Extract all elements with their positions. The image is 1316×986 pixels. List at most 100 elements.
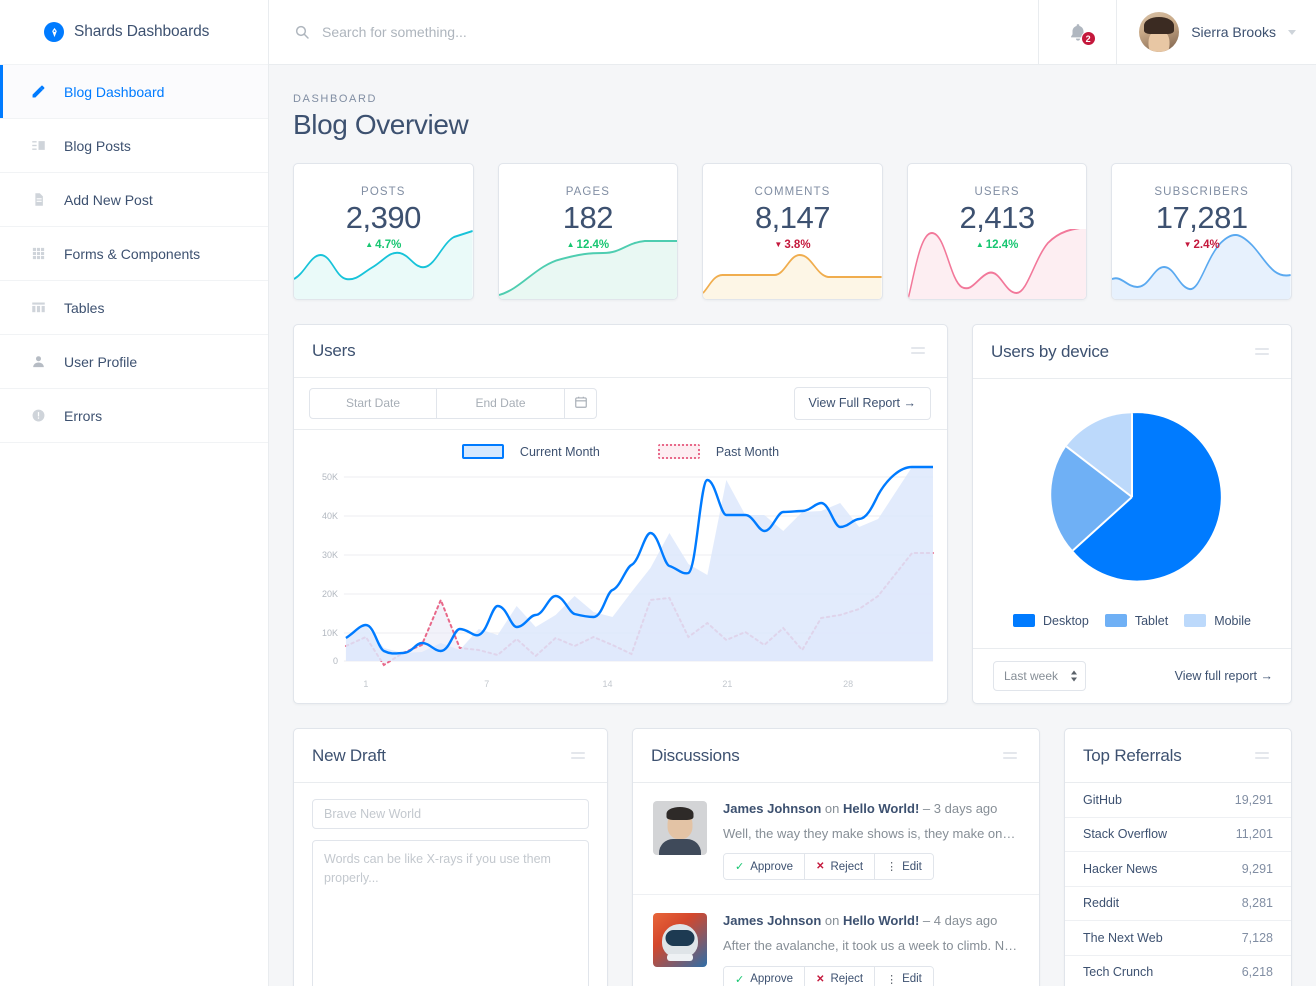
notifications-button[interactable]: 2: [1038, 0, 1116, 64]
sidebar-item-tables[interactable]: Tables: [0, 281, 268, 335]
end-date-input[interactable]: [437, 387, 565, 419]
list-item[interactable]: Stack Overflow 11,201: [1065, 818, 1291, 852]
brand[interactable]: Shards Dashboards: [0, 0, 268, 65]
panel-menu-icon[interactable]: [905, 341, 931, 360]
discussion-excerpt: After the avalanche, it took us a week t…: [723, 938, 1019, 954]
sidebar-item-errors[interactable]: Errors: [0, 389, 268, 443]
svg-text:20K: 20K: [322, 589, 338, 599]
sidebar-item-label: User Profile: [64, 353, 138, 370]
sidebar-item-user-profile[interactable]: User Profile: [0, 335, 268, 389]
stat-label: Posts: [361, 186, 406, 198]
svg-text:7: 7: [484, 679, 489, 689]
discussion-dash: –: [922, 801, 931, 816]
panel-menu-icon[interactable]: [565, 746, 591, 765]
device-panel-footer: Last week View full report →: [973, 648, 1291, 703]
reject-button[interactable]: ✕ Reject: [805, 966, 876, 986]
chart-legend: Current Month Past Month: [306, 444, 935, 459]
stat-cards-row: Posts 2,390 ▲ 4.7% Pages 182: [293, 163, 1292, 300]
view-full-report-link[interactable]: View full report →: [1175, 669, 1273, 683]
sidebar-item-label: Blog Posts: [64, 137, 131, 154]
users-panel-header: Users: [294, 325, 947, 378]
pie-legend-item-tablet[interactable]: Tablet: [1104, 613, 1169, 628]
check-icon: ✓: [735, 861, 745, 874]
legend-item-past-month[interactable]: Past Month: [657, 444, 779, 459]
discussion-author: James Johnson: [723, 913, 822, 929]
list-item[interactable]: GitHub 19,291: [1065, 783, 1291, 818]
approve-button[interactable]: ✓ Approve: [724, 966, 806, 986]
edit-button[interactable]: ⋮ Edit: [875, 966, 933, 986]
users-panel: Users View Ful: [293, 324, 948, 704]
list-item[interactable]: The Next Web 7,128: [1065, 921, 1291, 956]
discussion-content: James Johnson on Hello World! – 3 days a…: [723, 801, 1019, 881]
panel-menu-icon[interactable]: [997, 746, 1023, 765]
close-icon: ✕: [816, 973, 825, 985]
sidebar-item-blog-posts[interactable]: Blog Posts: [0, 119, 268, 173]
approve-button[interactable]: ✓ Approve: [724, 854, 806, 880]
panel-menu-icon[interactable]: [1249, 342, 1275, 361]
edit-button[interactable]: ⋮ Edit: [875, 854, 933, 880]
users-date-toolbar: View Full Report →: [294, 378, 947, 430]
discussions-list: James Johnson on Hello World! – 3 days a…: [633, 783, 1039, 986]
stat-card-users[interactable]: Users 2,413 ▲ 12.4%: [906, 163, 1088, 300]
dashboard-root: Shards Dashboards Blog Dashboard Blog Po…: [0, 0, 1316, 986]
pie-legend-item-desktop[interactable]: Desktop: [1012, 614, 1089, 628]
referral-name: GitHub: [1083, 792, 1122, 807]
start-date-input[interactable]: [309, 387, 437, 419]
stat-card-comments[interactable]: Comments 8,147 ▼ 3.8%: [702, 163, 883, 300]
discussion-post-title[interactable]: Hello World!: [843, 801, 919, 816]
pie-legend-item-mobile[interactable]: Mobile: [1184, 614, 1251, 628]
sidebar-item-forms-components[interactable]: Forms & Components: [0, 227, 268, 281]
discussion-meta: James Johnson on Hello World! – 4 days a…: [723, 913, 1019, 930]
new-draft-panel: New Draft: [293, 728, 608, 986]
stat-delta: ▲ 4.7%: [365, 238, 402, 251]
referral-value: 9,291: [1241, 861, 1273, 876]
pie-legend: Desktop Tablet Mobile: [1012, 613, 1251, 628]
file-note-icon: [30, 192, 46, 208]
sidebar-item-label: Tables: [64, 299, 105, 316]
avatar: [653, 801, 707, 855]
grid-dots-icon: [30, 246, 46, 262]
referral-value: 19,291: [1234, 792, 1273, 807]
discussion-actions: ✓ Approve ✕ Reject ⋮ Edit: [723, 853, 934, 881]
time-range-select[interactable]: Last week: [993, 661, 1086, 691]
user-menu[interactable]: Sierra Brooks: [1116, 0, 1316, 64]
brand-name: Shards Dashboards: [74, 23, 210, 40]
sidebar-item-add-new-post[interactable]: Add New Post: [0, 173, 268, 227]
stat-delta: ▼ 2.4%: [1183, 238, 1220, 251]
panel-menu-icon[interactable]: [1249, 746, 1275, 765]
device-pie-chart: [1051, 412, 1221, 581]
list-item[interactable]: Hacker News 9,291: [1065, 852, 1291, 887]
diamond-logo-icon: [44, 22, 64, 42]
discussion-post-title[interactable]: Hello World!: [843, 913, 919, 928]
stat-card-pages[interactable]: Pages 182 ▲ 12.4%: [497, 163, 679, 300]
reject-button[interactable]: ✕ Reject: [805, 854, 876, 880]
referrals-list: GitHub 19,291 Stack Overflow 11,201 Hack…: [1065, 783, 1291, 986]
sidebar-nav: Blog Dashboard Blog Posts Add New Post F…: [0, 65, 268, 443]
calendar-button[interactable]: [565, 387, 597, 419]
view-full-report-button[interactable]: View Full Report →: [793, 386, 931, 420]
panel-title: Top Referrals: [1083, 745, 1182, 765]
close-icon: ✕: [816, 861, 825, 873]
svg-text:40K: 40K: [322, 511, 338, 521]
panel-title: Discussions: [651, 745, 740, 765]
breadcrumb: Dashboard: [293, 93, 378, 105]
list-item[interactable]: Tech Crunch 6,218: [1065, 956, 1291, 986]
draft-body-textarea[interactable]: [312, 840, 589, 986]
legend-item-current-month[interactable]: Current Month: [461, 444, 600, 459]
discussion-actions: ✓ Approve ✕ Reject ⋮ Edit: [723, 965, 934, 986]
referral-value: 6,218: [1241, 965, 1273, 980]
stat-card-posts[interactable]: Posts 2,390 ▲ 4.7%: [293, 163, 474, 300]
list-item: James Johnson on Hello World! – 3 days a…: [633, 783, 1039, 896]
bell-icon: 2: [1068, 21, 1096, 46]
list-item[interactable]: Reddit 8,281: [1065, 887, 1291, 921]
draft-title-input[interactable]: [312, 799, 589, 829]
stat-delta: ▼ 3.8%: [774, 238, 811, 251]
pie-legend-label: Tablet: [1134, 613, 1169, 628]
discussion-time: 4 days ago: [933, 913, 998, 929]
trend-down-icon: ▼: [774, 239, 783, 249]
stat-card-subscribers[interactable]: Subscribers 17,281 ▼ 2.4%: [1111, 163, 1292, 300]
referral-value: 7,128: [1241, 930, 1273, 945]
search-input[interactable]: [322, 24, 742, 40]
pie-swatch-mobile: [1184, 614, 1207, 627]
sidebar-item-blog-dashboard[interactable]: Blog Dashboard: [0, 65, 268, 119]
